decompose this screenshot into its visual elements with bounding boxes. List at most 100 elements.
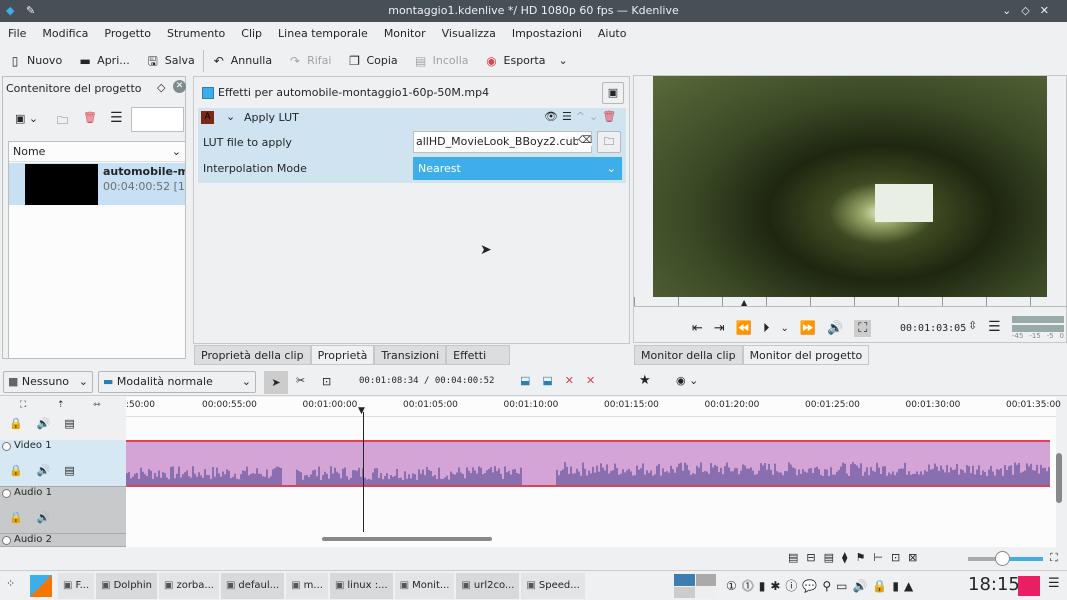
menu-file[interactable]: File <box>0 24 34 44</box>
window-controls[interactable]: ⌄◇✕ <box>1002 0 1059 22</box>
virtual-desktop-pager[interactable] <box>674 574 716 598</box>
waveform-icon[interactable]: ⧫ <box>842 551 847 564</box>
forward-icon[interactable]: ⏩ <box>800 321 816 336</box>
app-launcher-icon[interactable] <box>30 575 52 597</box>
tab-0[interactable]: Proprietà della clip <box>194 345 311 365</box>
render-button[interactable]: ◉ Esporta ⌄ <box>477 50 576 72</box>
save-button[interactable]: 🖫 Salva <box>138 50 204 72</box>
column-header-name[interactable]: Nome ⌄ <box>9 142 185 162</box>
monitor-playhead[interactable]: ▲ <box>741 298 747 307</box>
add-clip-icon[interactable]: ▣ ⌄ <box>15 112 38 125</box>
fit-zoom-icon[interactable]: ⛶ <box>20 400 26 410</box>
lut-file-input[interactable]: allHD_MovieLook_BBoyz2.cube <box>413 131 592 153</box>
task-item-5[interactable]: ▣ linux :... <box>329 573 393 599</box>
link-icon[interactable]: ⇿ <box>93 400 101 410</box>
task-item-0[interactable]: ▣ F... <box>58 573 95 599</box>
edit-mode-select[interactable]: ▬ Modalità normale ⌄ <box>98 371 256 393</box>
menu-icon[interactable]: ☰ <box>1048 576 1060 591</box>
video-thumb-icon[interactable]: ▤ <box>824 551 834 564</box>
float-icon[interactable]: ◇ <box>157 81 165 94</box>
playhead-marker[interactable]: ▼ <box>358 406 365 416</box>
effect-enable-checkbox[interactable] <box>202 87 214 99</box>
open-button[interactable]: ▬ Apri... <box>70 50 138 72</box>
monitor-ruler[interactable] <box>634 297 1067 307</box>
menu-clip[interactable]: Clip <box>233 24 270 44</box>
task-item-4[interactable]: ▣ m... <box>286 573 328 599</box>
menu-icon[interactable]: ☰ <box>988 319 1001 335</box>
horizontal-scrollbar[interactable] <box>322 537 492 541</box>
pin-icon[interactable]: ✎ <box>26 0 35 22</box>
track-toggle-icon[interactable] <box>2 536 11 545</box>
new-button[interactable]: ▯ Nuovo <box>0 50 70 72</box>
tab-3[interactable]: Effetti <box>446 345 511 365</box>
track-header-0[interactable]: Video 1 🔒🔊▤ <box>0 440 126 487</box>
system-tray-icons[interactable]: ①⓵▮✱ⓘ💬⚲▭🔊🔒▮▲ <box>726 577 918 594</box>
clear-icon[interactable]: ⌫ <box>578 135 593 146</box>
copy-button[interactable]: ❐ Copia <box>339 50 405 72</box>
bin-search-input[interactable] <box>131 107 184 132</box>
menu-aiuto[interactable]: Aiuto <box>590 24 635 44</box>
collapse-icon[interactable]: ⇡ <box>57 400 65 410</box>
zoom-slider[interactable] <box>968 551 1043 566</box>
track-controls[interactable]: 🔒🔊 <box>9 511 64 524</box>
track-color-select[interactable]: ■ Nessuno ⌄ <box>3 371 93 393</box>
volume-icon[interactable]: 🔊 <box>827 321 843 336</box>
trash-icon[interactable] <box>1018 576 1040 596</box>
timeline-status-icons[interactable]: ▤ ⊟ ▤ ⧫ ⚑ ⊢ ⊡ ⊠ <box>788 551 917 564</box>
monitor-timecode[interactable]: 00:01:03:05 <box>900 323 966 334</box>
launcher-icon[interactable]: ⁘ <box>6 577 15 590</box>
chevron-down-icon[interactable]: ⌄ <box>559 50 568 72</box>
redo-button[interactable]: ↷ Rifai <box>280 50 339 72</box>
track-toggle-icon[interactable] <box>2 489 11 498</box>
rewind-icon[interactable]: ⏪ <box>736 321 752 336</box>
monitor-tab-1[interactable]: Monitor del progetto <box>742 345 870 365</box>
record-icon[interactable]: ◉ ⌄ <box>676 374 698 387</box>
delete-icon[interactable]: 🗑 <box>83 111 97 124</box>
vertical-scrollbar[interactable] <box>1056 453 1062 503</box>
chevron-down-icon[interactable]: ⌄ <box>781 323 789 334</box>
task-item-6[interactable]: ▣ Monit... <box>394 573 455 599</box>
track-toggle-icon[interactable] <box>2 442 11 451</box>
thumbnail-icon[interactable]: ▤ <box>788 551 798 564</box>
task-item-2[interactable]: ▣ zorba... <box>159 573 219 599</box>
interpolation-select[interactable]: Nearest ⌄ <box>413 157 622 180</box>
effect-actions[interactable]: 👁☰^⌄🗑 <box>544 110 620 123</box>
compare-button[interactable]: ▣ <box>602 82 624 104</box>
tab-1[interactable]: Proprietà <box>310 345 375 365</box>
menu-strumento[interactable]: Strumento <box>159 24 233 44</box>
track-header-2[interactable]: Audio 2🔒🔊 <box>0 534 126 547</box>
tab-2[interactable]: Transizioni <box>374 345 447 365</box>
zoom-out-icon[interactable]: ⊠ <box>908 551 917 564</box>
timeline-ruler[interactable]: :50:00 00:00:55:00 00:01:00:00 00:01:05:00 0… <box>126 397 1061 417</box>
menu-modifica[interactable]: Modifica <box>34 24 96 44</box>
snap-icon[interactable]: ⊢ <box>873 551 883 564</box>
paste-button[interactable]: ▤ Incolla <box>406 50 477 72</box>
menu-impostazioni[interactable]: Impostazioni <box>504 24 590 44</box>
collapse-icon[interactable]: ⌄ <box>226 110 235 123</box>
play-icon[interactable]: ⏵ <box>763 321 770 336</box>
master-track-icons[interactable]: 🔒🔊▤ <box>9 417 89 430</box>
menu-monitor[interactable]: Monitor <box>376 24 434 44</box>
timeline-playhead[interactable] <box>363 412 364 532</box>
menu-linea-temporale[interactable]: Linea temporale <box>270 24 376 44</box>
add-folder-icon[interactable]: 🗀 <box>57 112 68 131</box>
timeline-clip-audio[interactable] <box>126 440 1050 487</box>
set-zone-out-icon[interactable]: ⇥ <box>714 321 725 336</box>
track-controls[interactable]: 🔒🔊▤ <box>9 464 89 477</box>
close-icon[interactable]: ✕ <box>173 80 186 93</box>
audio-thumb-icon[interactable]: ⊟ <box>806 551 815 564</box>
zoom-fit-icon[interactable]: ⊡ <box>891 551 900 564</box>
bin-clip-item[interactable]: automobile-montaggio1-60p-50M.mp4 00:04:… <box>9 163 185 205</box>
task-item-1[interactable]: ▣ Dolphin <box>96 573 157 599</box>
browse-folder-button[interactable]: 🗀 <box>597 131 621 153</box>
fullscreen-icon[interactable]: ⛶ <box>854 320 872 337</box>
menu-progetto[interactable]: Progetto <box>96 24 159 44</box>
menu-icon[interactable]: ☰ <box>110 110 123 126</box>
clock[interactable]: 18:15 <box>968 574 1020 595</box>
star-icon[interactable]: ★ <box>639 373 651 388</box>
set-zone-in-icon[interactable]: ⇤ <box>692 321 703 336</box>
track-header-1[interactable]: Audio 1 🔒🔊 <box>0 487 126 534</box>
undo-button[interactable]: ↶ Annulla <box>204 50 280 72</box>
zoom-in-icon[interactable]: ⛶ <box>1050 551 1058 565</box>
monitor-tab-0[interactable]: Monitor della clip <box>634 345 743 365</box>
